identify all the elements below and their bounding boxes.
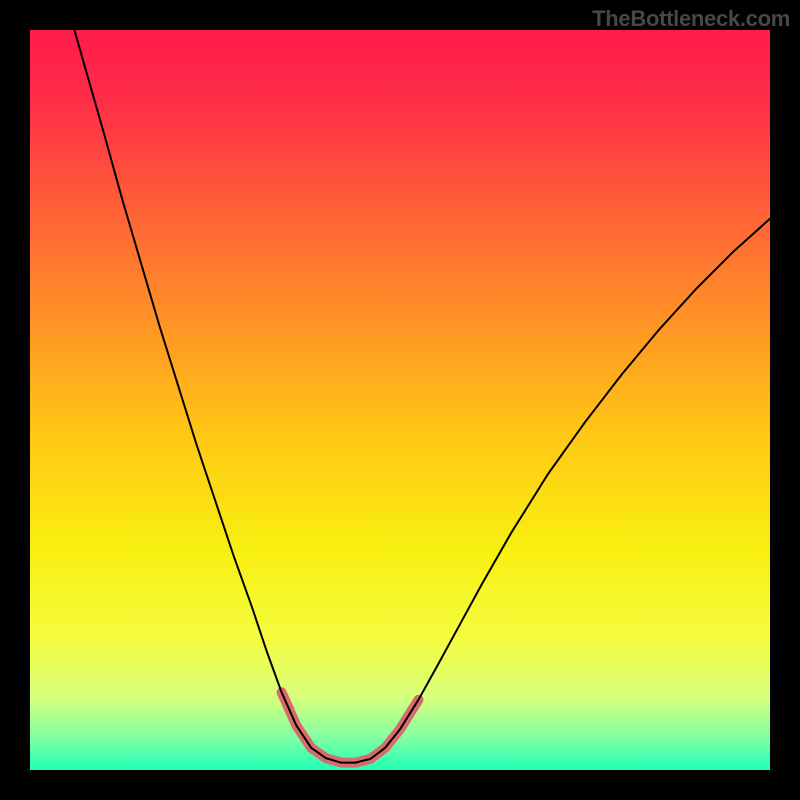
- watermark-text: TheBottleneck.com: [592, 6, 790, 32]
- bottleneck-chart: [0, 0, 800, 800]
- gradient-background: [30, 30, 770, 770]
- chart-stage: TheBottleneck.com: [0, 0, 800, 800]
